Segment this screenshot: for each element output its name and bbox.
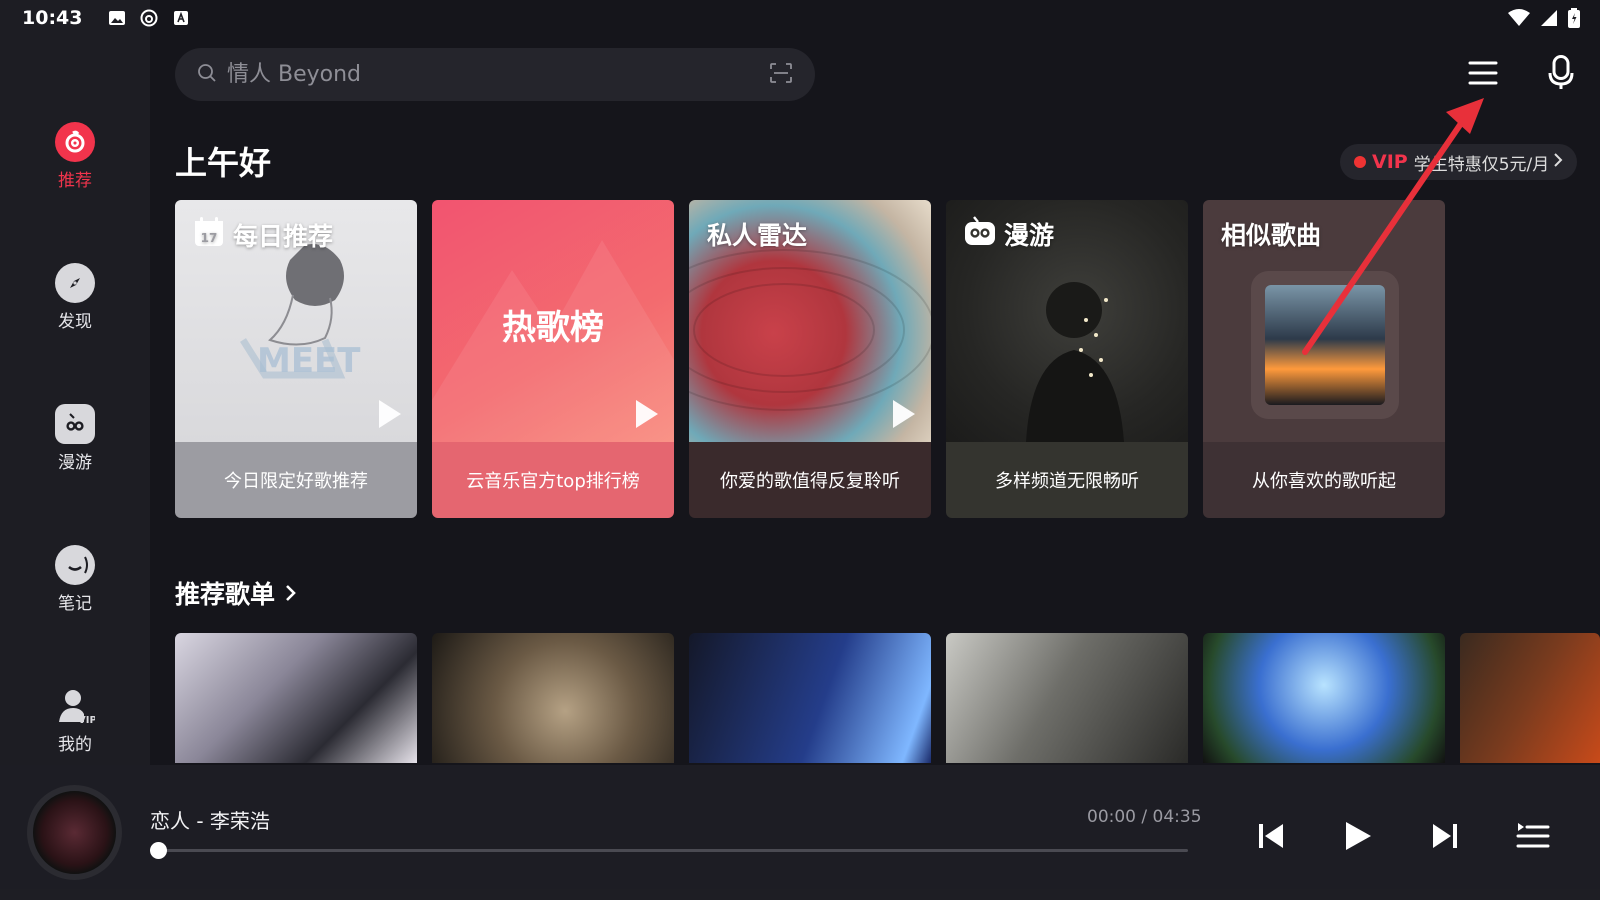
- play-icon[interactable]: [636, 400, 658, 428]
- chevron-right-icon: [1553, 152, 1563, 173]
- sidebar-item-label: 我的: [58, 735, 92, 755]
- compass-icon: [55, 263, 95, 303]
- private-radar-card[interactable]: 私人雷达 你爱的歌值得反复聆听: [689, 200, 931, 518]
- queue-list-icon: [1516, 821, 1550, 855]
- roam-card[interactable]: 漫游 多样频道无限畅听: [946, 200, 1188, 518]
- card-subtitle: 多样频道无限畅听: [946, 442, 1188, 518]
- playlist-cover[interactable]: [432, 633, 674, 763]
- card-cover: MEET 17 每日推荐: [175, 200, 417, 442]
- card-cover: 热歌榜: [432, 200, 674, 442]
- sidebar-item-label: 漫游: [58, 453, 92, 473]
- sidebar-item-label: 发现: [58, 312, 92, 332]
- search-input[interactable]: [227, 62, 769, 87]
- playlist-row: [175, 633, 1600, 763]
- play-button[interactable]: [1335, 815, 1381, 861]
- card-center-title: 热歌榜: [502, 308, 604, 348]
- netease-status-icon: [140, 9, 158, 27]
- card-cover: 私人雷达: [689, 200, 931, 442]
- player-bar: 恋人 - 李荣浩 00:00 / 04:35: [0, 765, 1600, 900]
- battery-icon: [1568, 8, 1580, 33]
- svg-text:VIP: VIP: [78, 715, 95, 726]
- voice-search-button[interactable]: [1538, 52, 1584, 98]
- calendar-icon: 17: [193, 216, 225, 254]
- netease-music-icon: [55, 122, 95, 162]
- play-icon: [1343, 820, 1373, 856]
- vinyl-icon: [1354, 156, 1366, 168]
- playback-time: 00:00 / 04:35: [1087, 807, 1202, 827]
- playlist-cover[interactable]: [1460, 633, 1600, 763]
- playlist-cover[interactable]: [689, 633, 931, 763]
- menu-button[interactable]: [1460, 52, 1506, 98]
- card-title: 相似歌曲: [1221, 216, 1321, 252]
- album-thumbnail: [1265, 285, 1385, 405]
- card-subtitle: 从你喜欢的歌听起: [1203, 442, 1445, 518]
- daily-recommend-card[interactable]: MEET 17 每日推荐 今日限定好歌推荐: [175, 200, 417, 518]
- radio-icon: [55, 404, 95, 444]
- sidebar-item-discover[interactable]: 发现: [0, 263, 150, 332]
- chevron-right-icon: [284, 580, 298, 609]
- now-playing-album-art[interactable]: [27, 785, 122, 880]
- card-title-text: 漫游: [1004, 221, 1055, 250]
- card-title: 私人雷达: [707, 216, 807, 252]
- vip-tag: VIP: [1372, 151, 1408, 173]
- wifi-icon: [1508, 9, 1530, 32]
- similar-songs-card[interactable]: 相似歌曲 从你喜欢的歌听起: [1203, 200, 1445, 518]
- vip-promo-text: 学生特惠仅5元/月: [1413, 154, 1550, 175]
- search-bar[interactable]: [175, 48, 815, 101]
- playlist-cover[interactable]: [946, 633, 1188, 763]
- playlist-queue-button[interactable]: [1510, 815, 1556, 861]
- hot-songs-chart-card[interactable]: 热歌榜 云音乐官方top排行榜: [432, 200, 674, 518]
- progress-bar[interactable]: [150, 842, 1188, 859]
- playlist-cover[interactable]: [1203, 633, 1445, 763]
- section-title-text: 推荐歌单: [175, 580, 276, 609]
- card-subtitle: 你爱的歌值得反复聆听: [689, 442, 931, 518]
- play-icon[interactable]: [893, 400, 915, 428]
- next-button[interactable]: [1422, 815, 1468, 861]
- image-icon: [108, 9, 126, 27]
- play-icon[interactable]: [379, 400, 401, 428]
- svg-text:MEET: MEET: [257, 341, 361, 381]
- previous-button[interactable]: [1248, 815, 1294, 861]
- sidebar-item-notes[interactable]: 笔记: [0, 545, 150, 614]
- vip-promo-banner[interactable]: VIP 学生特惠仅5元/月: [1340, 144, 1578, 180]
- search-icon: [197, 63, 217, 87]
- note-icon: [55, 545, 95, 585]
- card-title: 漫游: [964, 216, 1054, 252]
- sidebar-item-recommend[interactable]: 推荐: [0, 122, 150, 191]
- recommended-playlists-header[interactable]: 推荐歌单: [175, 575, 298, 611]
- sidebar-item-mine[interactable]: VIP 我的: [0, 686, 150, 755]
- greeting-title: 上午好: [175, 144, 272, 182]
- now-playing-title: 恋人 - 李荣浩: [150, 809, 270, 833]
- signal-icon: [1540, 9, 1558, 32]
- card-subtitle: 云音乐官方top排行榜: [432, 442, 674, 518]
- svg-text:17: 17: [201, 231, 218, 245]
- progress-thumb[interactable]: [150, 842, 167, 859]
- status-bar: 10:43: [0, 0, 1600, 36]
- card-subtitle: 今日限定好歌推荐: [175, 442, 417, 518]
- sidebar-item-label: 推荐: [58, 171, 92, 191]
- skip-previous-icon: [1256, 821, 1286, 855]
- card-cover: 漫游: [946, 200, 1188, 442]
- hamburger-menu-icon: [1468, 60, 1498, 90]
- sidebar-item-label: 笔记: [58, 594, 92, 614]
- card-cover: 相似歌曲: [1203, 200, 1445, 442]
- sidebar: 推荐 发现 漫游 笔记 VIP 我的: [0, 0, 150, 765]
- status-time: 10:43: [22, 7, 83, 29]
- feature-cards: MEET 17 每日推荐 今日限定好歌推荐 热歌榜 云音乐官方top排行榜 私人…: [175, 200, 1445, 518]
- vip-user-icon: VIP: [55, 686, 95, 726]
- keyboard-a-icon: [172, 9, 190, 27]
- card-title-text: 私人雷达: [707, 221, 808, 250]
- card-title-text: 相似歌曲: [1221, 221, 1322, 250]
- card-title: 17 每日推荐: [193, 216, 333, 254]
- sidebar-item-roam[interactable]: 漫游: [0, 404, 150, 473]
- scan-icon[interactable]: [769, 62, 793, 88]
- skip-next-icon: [1430, 821, 1460, 855]
- radio-icon: [964, 216, 996, 252]
- microphone-icon: [1548, 55, 1574, 95]
- card-title-text: 每日推荐: [233, 222, 334, 251]
- playlist-cover[interactable]: [175, 633, 417, 763]
